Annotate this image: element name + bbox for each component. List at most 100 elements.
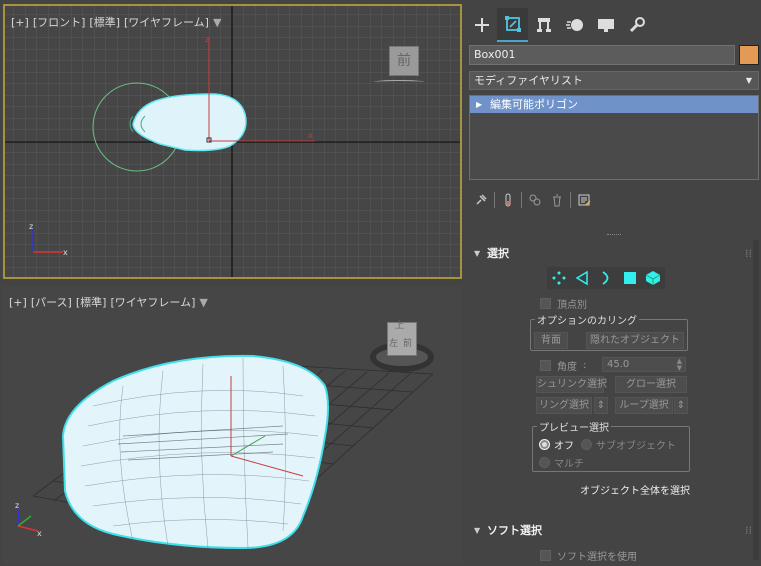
- svg-text:z: z: [15, 501, 19, 510]
- modifier-list-dropdown[interactable]: モディファイヤリスト ▼: [469, 71, 759, 90]
- rollout-soft-selection-header[interactable]: ▼ ソフト選択 ⁞⁞: [469, 523, 752, 539]
- chevron-down-icon: ▼: [745, 76, 752, 85]
- checkbox-box: [540, 298, 551, 309]
- viewcube-face-top[interactable]: 上: [395, 318, 404, 331]
- show-end-result-icon[interactable]: [499, 191, 517, 209]
- viewcube-face-front[interactable]: 前: [403, 336, 412, 349]
- stack-item-label: 編集可能ポリゴン: [490, 98, 578, 111]
- svg-text:z: z: [29, 222, 33, 231]
- command-panel: Box001 モディファイヤリスト ▼ ▶ 編集可能ポリゴン ▼ 選択 ⁞⁞ 頂…: [466, 0, 761, 566]
- angle-label: 角度: [557, 362, 577, 373]
- remove-modifier-icon[interactable]: [548, 191, 566, 209]
- toolbar-divider: [521, 192, 522, 208]
- modifier-stack[interactable]: ▶ 編集可能ポリゴン: [469, 95, 759, 180]
- front-viewport[interactable]: z x x z [+] [フロント] [標準] [ワイヤフレーム] ▼ 前: [3, 4, 462, 279]
- preview-multi-radio[interactable]: マルチ: [539, 455, 584, 470]
- perspective-viewport[interactable]: x z [+] [パース] [標準] [ワイヤフレーム] ▼ 上 左 前: [3, 286, 462, 564]
- preview-off-label: オフ: [554, 441, 574, 452]
- radio-dot: [539, 457, 550, 468]
- toolbar-divider: [494, 192, 495, 208]
- viewport-shading-menu[interactable]: [標準]: [76, 296, 107, 309]
- select-whole-object-label[interactable]: オブジェクト全体を選択: [580, 482, 690, 497]
- viewcube-face-left[interactable]: 左: [389, 336, 398, 349]
- rollout-grip-icon[interactable]: ⁞⁞: [745, 523, 752, 539]
- use-soft-selection-label: ソフト選択を使用: [557, 552, 637, 563]
- viewport-display-menu[interactable]: [ワイヤフレーム]: [124, 16, 209, 29]
- angle-spinner[interactable]: 45.0 ▲ ▼: [602, 357, 686, 372]
- configure-sets-icon[interactable]: [575, 191, 593, 209]
- element-icon[interactable]: [645, 270, 661, 286]
- tab-display[interactable]: [590, 8, 621, 42]
- object-name-field[interactable]: Box001: [469, 45, 735, 65]
- ring-button[interactable]: リング選択: [536, 397, 592, 414]
- object-color-swatch[interactable]: [739, 45, 759, 65]
- tab-motion[interactable]: [559, 8, 590, 42]
- panel-resize-grip[interactable]: [607, 234, 621, 236]
- viewcube[interactable]: 上 左 前: [367, 316, 437, 380]
- backface-button[interactable]: 背面: [534, 332, 568, 349]
- expand-arrow-icon[interactable]: ▶: [476, 96, 482, 113]
- viewport-display-menu[interactable]: [ワイヤフレーム]: [110, 296, 195, 309]
- checkbox-box: [540, 360, 551, 371]
- stack-toolbar: [472, 191, 593, 209]
- viewport-shading-menu[interactable]: [標準]: [89, 16, 120, 29]
- motion-icon: [565, 19, 583, 31]
- viewcube[interactable]: 前: [369, 44, 429, 86]
- viewcube-face-front[interactable]: 前: [389, 46, 419, 76]
- panel-scrollbar[interactable]: [753, 240, 759, 560]
- angle-colon: :: [583, 360, 587, 371]
- viewport-view-menu[interactable]: [フロント]: [33, 16, 86, 29]
- modify-icon: [504, 16, 521, 32]
- preview-subobject-radio[interactable]: サブオブジェクト: [581, 437, 676, 452]
- loop-button[interactable]: ループ選択: [615, 397, 673, 414]
- svg-text:x: x: [308, 131, 313, 140]
- rollout-selection-header[interactable]: ▼ 選択 ⁞⁞: [469, 246, 752, 262]
- border-icon[interactable]: [598, 270, 614, 286]
- collapse-arrow-icon: ▼: [474, 526, 481, 535]
- preview-group-title: プレビュー選択: [537, 419, 611, 434]
- stack-item-editable-poly[interactable]: ▶ 編集可能ポリゴン: [470, 96, 758, 113]
- tab-utilities[interactable]: [621, 8, 652, 42]
- rollout-grip-icon[interactable]: ⁞⁞: [745, 246, 752, 262]
- shrink-button[interactable]: シュリンク選択: [536, 376, 607, 393]
- command-panel-tabs: [466, 8, 761, 42]
- angle-value: 45.0: [607, 359, 630, 370]
- culling-group-title: オプションのカリング: [535, 312, 639, 327]
- checkbox-box: [540, 550, 551, 561]
- front-viewport-label[interactable]: [+] [フロント] [標準] [ワイヤフレーム] ▼: [11, 14, 225, 30]
- occluded-button[interactable]: 隠れたオブジェクト: [586, 332, 684, 349]
- tab-create[interactable]: [466, 8, 497, 42]
- culling-group: オプションのカリング 背面 隠れたオブジェクト: [530, 312, 688, 351]
- grow-button[interactable]: グロー選択: [615, 376, 687, 393]
- filter-icon[interactable]: ▼: [213, 16, 221, 29]
- viewport-plus-menu[interactable]: [+]: [9, 296, 27, 309]
- filter-icon[interactable]: ▼: [199, 296, 207, 309]
- hierarchy-icon: [536, 18, 551, 32]
- make-unique-icon[interactable]: [526, 191, 544, 209]
- svg-text:x: x: [37, 529, 42, 538]
- subobject-level-bar: [547, 267, 665, 289]
- radio-dot: [581, 439, 592, 450]
- tab-modify[interactable]: [497, 8, 528, 42]
- by-vertex-checkbox[interactable]: 頂点別: [540, 296, 587, 311]
- collapse-arrow-icon: ▼: [474, 249, 481, 258]
- loop-spinner[interactable]: ⇕: [674, 397, 688, 414]
- spinner-arrows-icon[interactable]: ▲ ▼: [677, 358, 682, 372]
- svg-text:z: z: [205, 35, 209, 44]
- utilities-icon: [629, 17, 645, 33]
- pin-icon[interactable]: [472, 191, 490, 209]
- display-icon: [597, 19, 614, 32]
- use-soft-selection-checkbox[interactable]: ソフト選択を使用: [540, 548, 637, 563]
- viewport-plus-menu[interactable]: [+]: [11, 16, 29, 29]
- preview-off-radio[interactable]: オフ: [539, 437, 574, 452]
- viewport-view-menu[interactable]: [パース]: [31, 296, 72, 309]
- perspective-viewport-label[interactable]: [+] [パース] [標準] [ワイヤフレーム] ▼: [9, 294, 212, 310]
- ring-spinner[interactable]: ⇕: [594, 397, 608, 414]
- tab-hierarchy[interactable]: [528, 8, 559, 42]
- angle-checkbox[interactable]: 角度 :: [540, 358, 586, 373]
- preview-subobject-label: サブオブジェクト: [596, 441, 676, 452]
- polygon-icon[interactable]: [622, 270, 638, 286]
- edge-icon[interactable]: [574, 270, 590, 286]
- toolbar-divider: [570, 192, 571, 208]
- vertex-icon[interactable]: [551, 270, 567, 286]
